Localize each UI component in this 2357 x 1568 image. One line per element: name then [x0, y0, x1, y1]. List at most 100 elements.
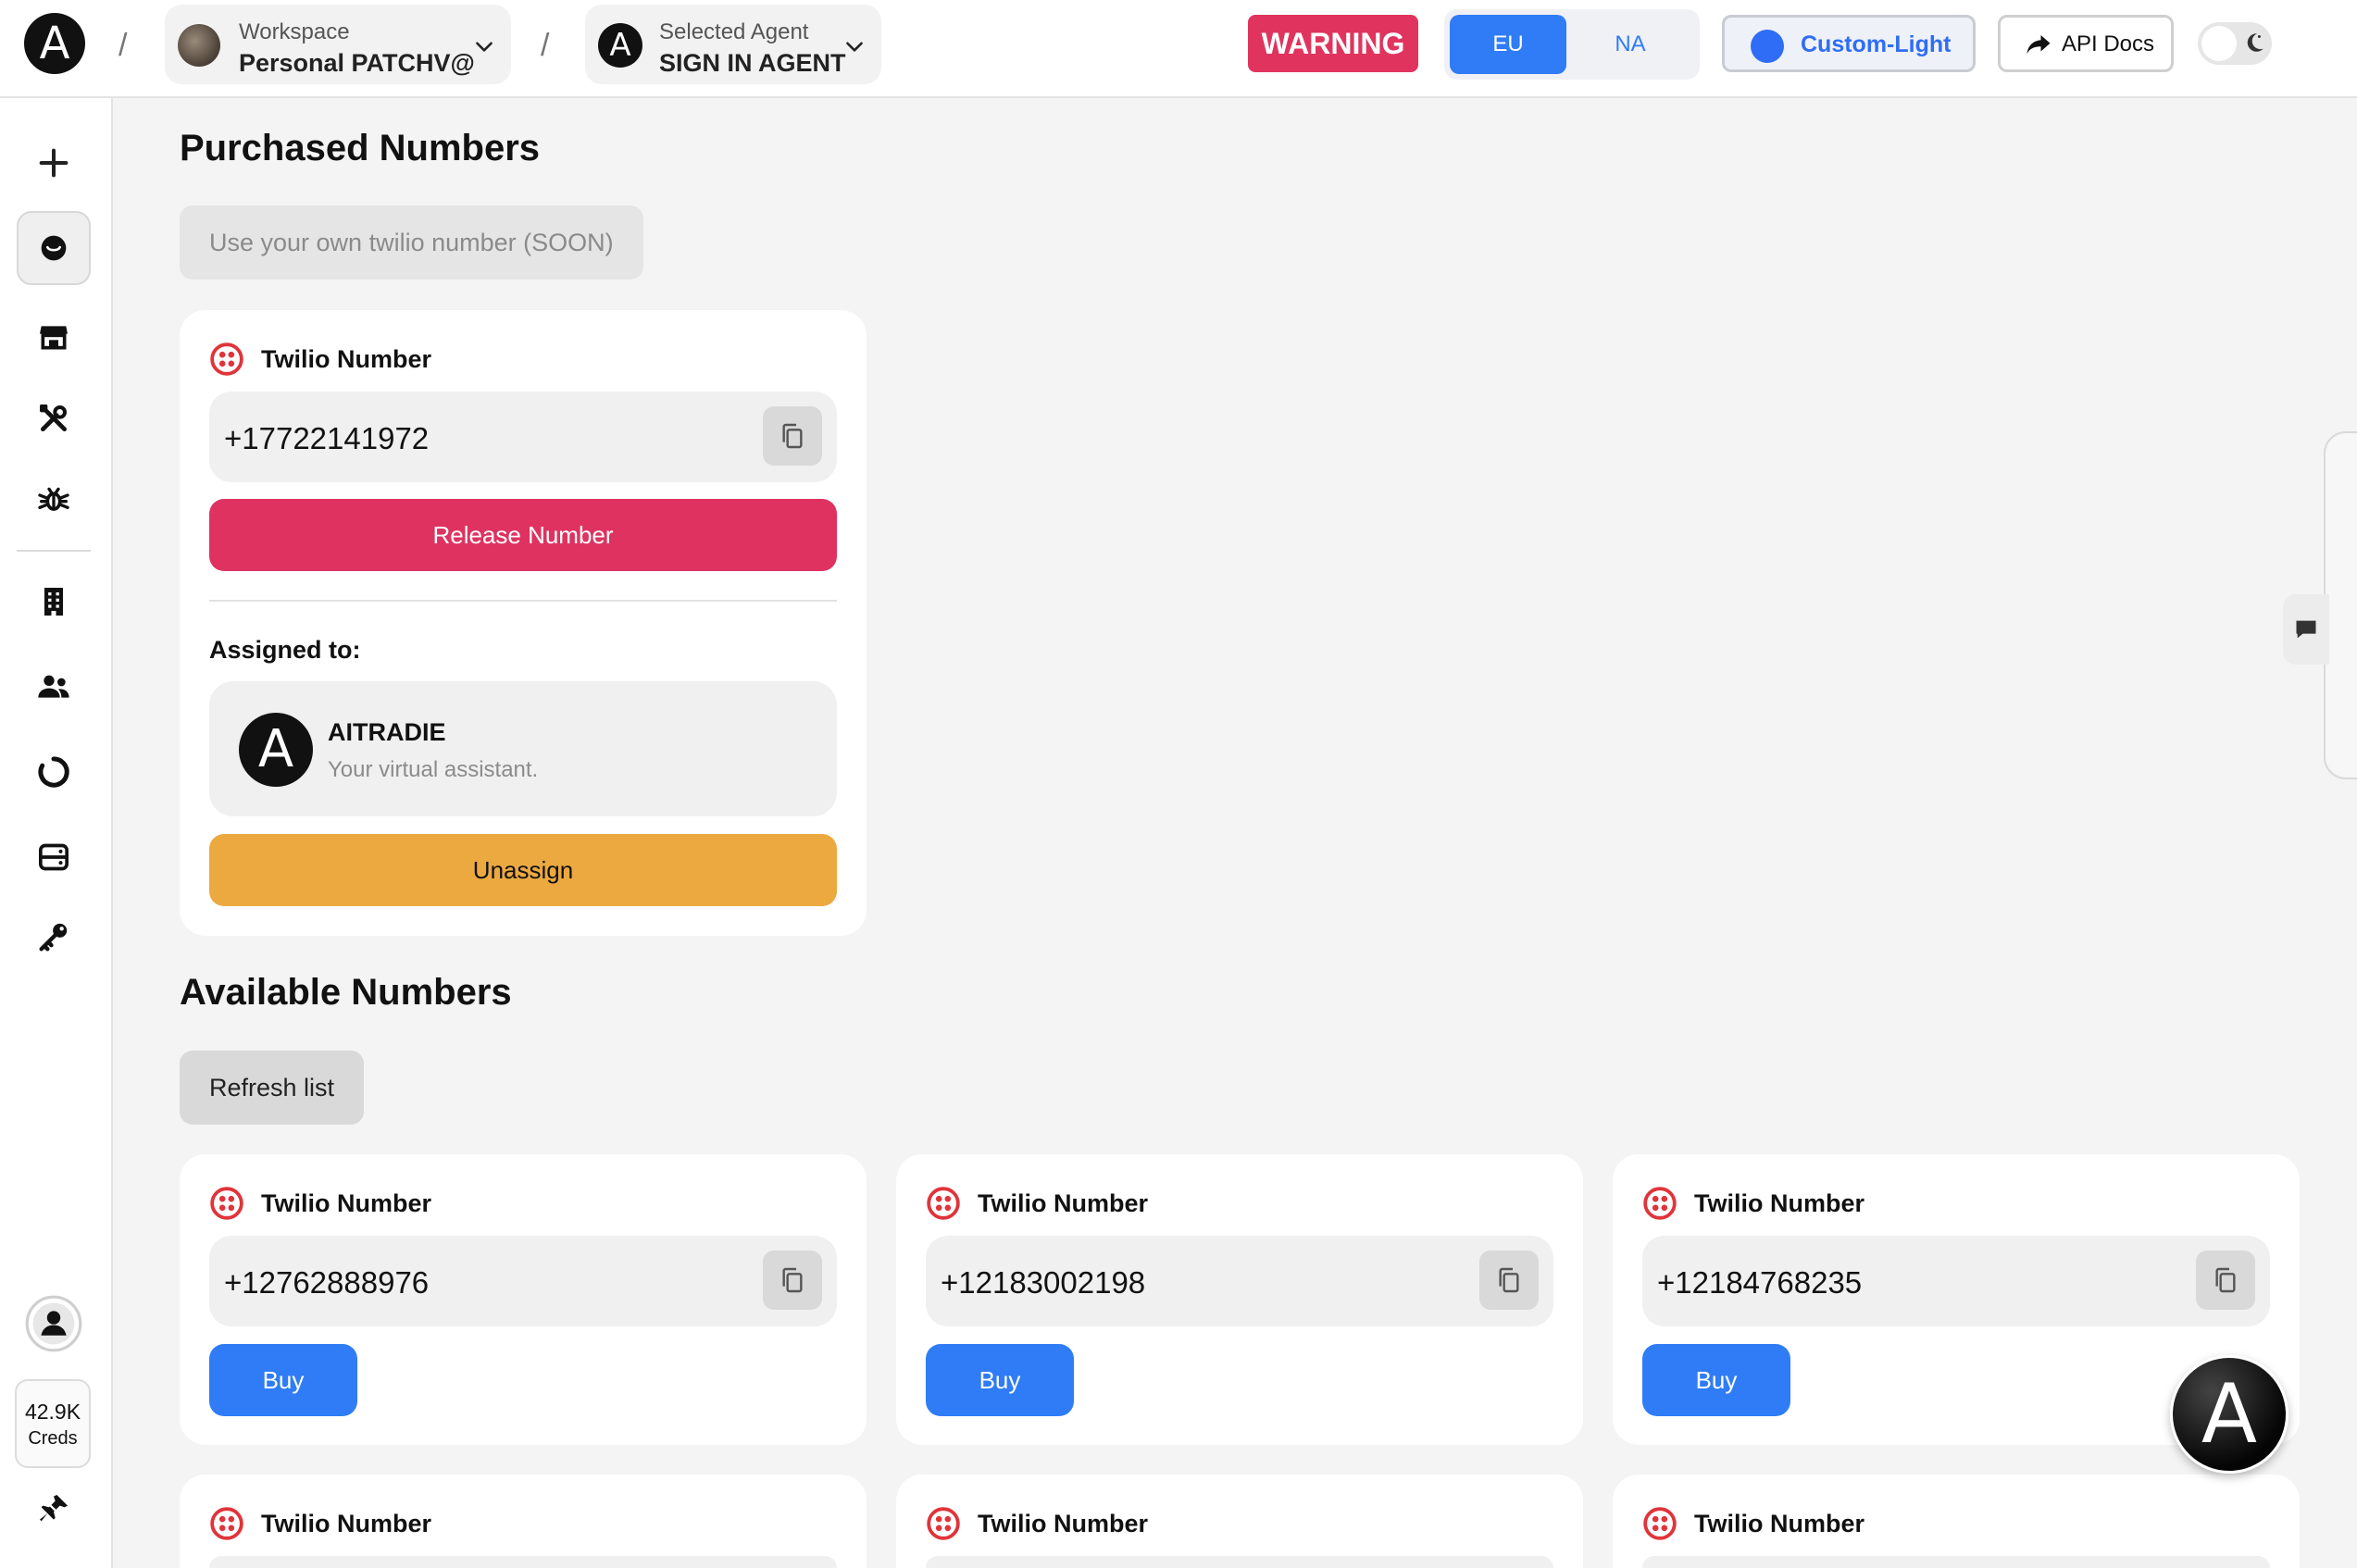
api-docs-button[interactable]: API Docs	[1998, 15, 2174, 72]
phone-number-field	[1642, 1556, 2270, 1568]
provider-label: Twilio Number	[1694, 1189, 1865, 1217]
bug-icon	[38, 487, 69, 511]
storage-icon	[39, 843, 69, 871]
own-twilio-number-button[interactable]: Use your own twilio number (SOON)	[180, 205, 643, 280]
copy-button[interactable]	[763, 1251, 822, 1310]
twilio-icon	[210, 342, 243, 376]
copy-icon	[1499, 1267, 1519, 1293]
toggle-knob	[2201, 26, 2237, 61]
agent-value: SIGN IN AGENT	[659, 49, 846, 77]
sidebar-item-agents[interactable]	[17, 211, 91, 285]
copy-button[interactable]	[2196, 1251, 2255, 1310]
building-icon	[44, 588, 63, 616]
api-docs-label: API Docs	[2062, 31, 2155, 56]
chat-panel-tab[interactable]	[2283, 594, 2329, 665]
provider-label: Twilio Number	[978, 1189, 1149, 1217]
provider-label: Twilio Number	[1694, 1510, 1865, 1537]
copy-button[interactable]	[763, 406, 822, 466]
sidebar-item-api-keys[interactable]	[17, 900, 91, 974]
region-na-button[interactable]: NA	[1566, 15, 1694, 74]
available-number-card: Twilio Number	[896, 1475, 1583, 1568]
assigned-agent-description: Your virtual assistant.	[328, 757, 539, 782]
available-number-card: Twilio Number	[1613, 1475, 2300, 1568]
phone-number: +12184768235	[1657, 1265, 1863, 1300]
available-number-card: Twilio Number +12183002198 Buy	[896, 1154, 1583, 1445]
card-divider	[209, 600, 837, 602]
provider-label: Twilio Number	[978, 1510, 1149, 1537]
chevron-down-icon	[846, 42, 863, 52]
users-icon	[38, 675, 69, 698]
moon-icon	[2247, 33, 2263, 52]
twilio-icon	[1643, 1507, 1677, 1540]
assistant-fab[interactable]: A	[2170, 1355, 2288, 1474]
warning-badge[interactable]: WARNING	[1248, 15, 1418, 72]
phone-number-field	[209, 1556, 837, 1568]
credits-badge[interactable]: 42.9K Creds	[15, 1379, 91, 1468]
sidebar-item-tools[interactable]	[17, 381, 91, 455]
phone-number-field: +17722141972	[209, 392, 837, 482]
available-numbers-title: Available Numbers	[180, 972, 512, 1013]
assigned-agent-avatar: A	[239, 713, 313, 787]
twilio-icon	[210, 1507, 243, 1540]
copy-icon	[782, 423, 803, 449]
refresh-list-button[interactable]: Refresh list	[180, 1051, 365, 1125]
sidebar-divider	[17, 550, 91, 552]
purchased-numbers-title: Purchased Numbers	[180, 128, 541, 168]
theme-color-dot	[1751, 30, 1784, 63]
release-number-button[interactable]: Release Number	[209, 499, 837, 571]
phone-number-field: +12184768235	[1642, 1236, 2270, 1326]
unassign-button[interactable]: Unassign	[209, 834, 837, 906]
phone-number: +12183002198	[941, 1265, 1146, 1300]
phone-number: +17722141972	[224, 421, 430, 455]
sidebar-item-store[interactable]	[17, 300, 91, 374]
chat-bubble-icon	[2296, 620, 2316, 639]
key-icon	[39, 923, 68, 952]
available-number-card: Twilio Number +12762888976 Buy	[180, 1154, 867, 1445]
twilio-icon	[927, 1187, 960, 1220]
sidebar-item-team[interactable]	[17, 650, 91, 724]
assigned-agent-name: AITRADIE	[328, 718, 446, 746]
workspace-value: Personal PATCHV@	[239, 49, 475, 77]
twilio-icon	[1643, 1187, 1677, 1220]
tools-icon	[40, 404, 68, 431]
breadcrumb-separator: /	[541, 28, 550, 63]
pin-icon	[40, 1495, 68, 1523]
theme-label: Custom-Light	[1801, 31, 1952, 57]
sidebar-item-usage[interactable]	[17, 735, 91, 809]
assigned-agent[interactable]: A AITRADIE Your virtual assistant.	[209, 681, 837, 816]
sidebar-pin-button[interactable]	[17, 1472, 91, 1546]
sidebar-item-add[interactable]	[17, 126, 91, 200]
phone-number-field: +12762888976	[209, 1236, 837, 1326]
workspace-avatar	[178, 24, 220, 67]
copy-icon	[782, 1267, 803, 1293]
add-icon	[39, 148, 69, 178]
agent-selector[interactable]: A Selected Agent SIGN IN AGENT	[585, 5, 881, 84]
chevron-down-icon	[476, 42, 493, 52]
sidebar-item-profile[interactable]	[17, 1287, 91, 1361]
sidebar-item-organization[interactable]	[17, 565, 91, 639]
buy-button[interactable]: Buy	[926, 1344, 1074, 1416]
agent-face-icon	[41, 235, 67, 261]
twilio-icon	[210, 1187, 243, 1220]
workspace-selector[interactable]: Workspace Personal PATCHV@	[165, 5, 511, 84]
region-switch: EU NA	[1444, 9, 1700, 80]
app-logo[interactable]: A	[24, 13, 85, 74]
buy-button[interactable]: Buy	[1642, 1344, 1790, 1416]
workspace-label: Workspace	[239, 19, 350, 44]
provider-label: Twilio Number	[261, 345, 432, 373]
available-number-card: Twilio Number	[180, 1475, 867, 1568]
twilio-icon	[927, 1507, 960, 1540]
region-eu-button[interactable]: EU	[1450, 15, 1566, 74]
dark-mode-toggle[interactable]	[2198, 22, 2272, 65]
theme-selector-button[interactable]: Custom-Light	[1722, 15, 1976, 72]
copy-icon	[2215, 1267, 2236, 1293]
sidebar-item-debug[interactable]	[17, 463, 91, 537]
breadcrumb-separator: /	[118, 28, 128, 63]
provider-label: Twilio Number	[261, 1189, 432, 1217]
share-arrow-icon	[2027, 35, 2051, 54]
store-icon	[40, 326, 68, 350]
copy-button[interactable]	[1479, 1251, 1539, 1310]
sidebar-item-storage[interactable]	[17, 820, 91, 894]
buy-button[interactable]: Buy	[209, 1344, 357, 1416]
assigned-to-label: Assigned to:	[209, 636, 361, 664]
